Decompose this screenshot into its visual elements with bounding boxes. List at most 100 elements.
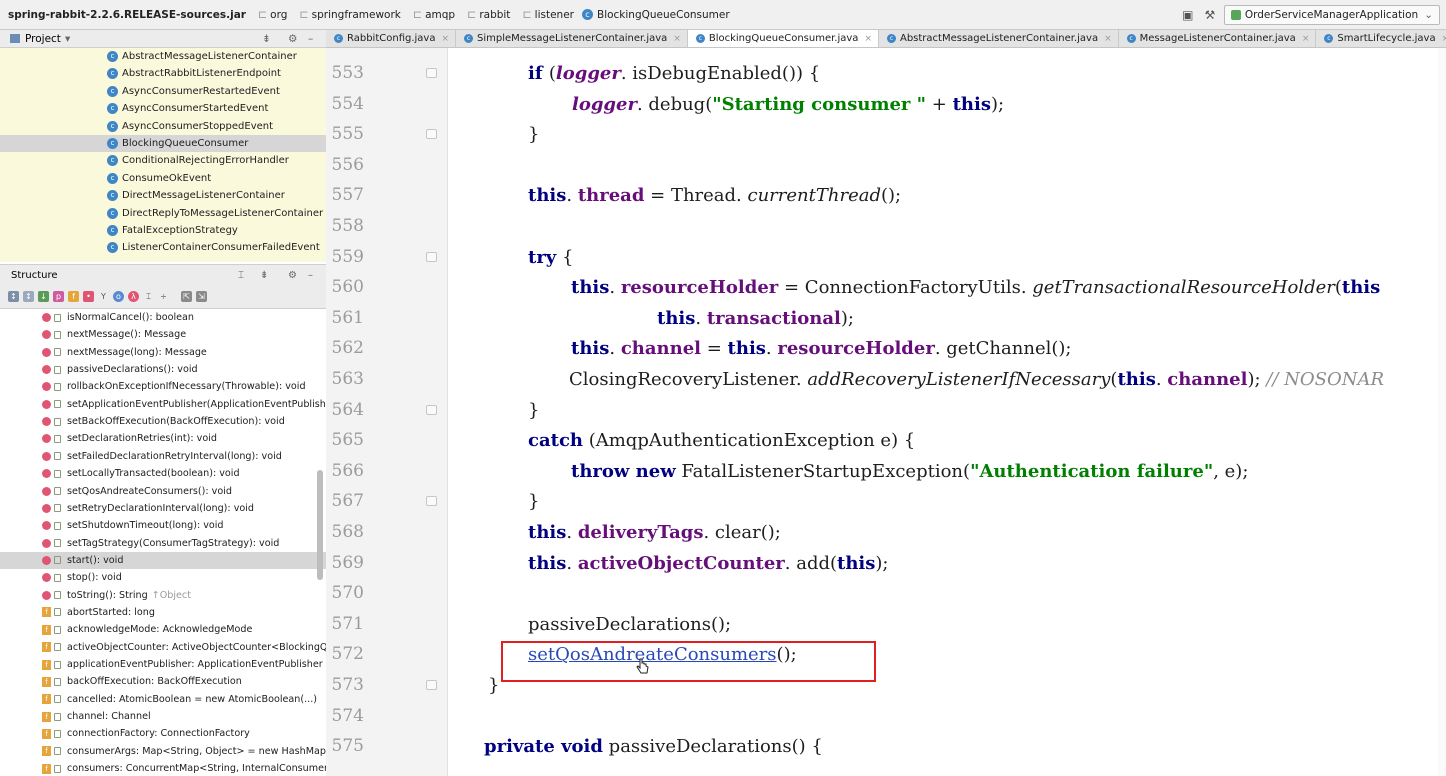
project-panel-title[interactable]: Project xyxy=(25,33,61,45)
filter-icon[interactable]: Y xyxy=(98,291,109,302)
project-tree-item[interactable]: c AsyncConsumerStartedEvent xyxy=(0,100,326,117)
gear-icon[interactable]: ⚙ xyxy=(288,270,297,281)
structure-method-item[interactable]: setRetryDeclarationInterval(long): void xyxy=(0,500,326,517)
show-non-public-icon[interactable]: • xyxy=(83,291,94,302)
show-properties-icon[interactable]: p xyxy=(53,291,64,302)
autoscroll-from-source-icon[interactable]: ⇲ xyxy=(196,291,207,302)
project-structure-icon[interactable]: ▣ xyxy=(1180,7,1196,23)
expand-all-icon[interactable]: ⌶ xyxy=(143,291,154,302)
gear-icon[interactable]: ⚙ xyxy=(288,33,297,45)
structure-field-item[interactable]: f consumers: ConcurrentMap<String, Intern… xyxy=(0,760,326,776)
structure-field-item[interactable]: f applicationEventPublisher: ApplicationE… xyxy=(0,656,326,673)
structure-method-item[interactable]: stop(): void xyxy=(0,569,326,586)
structure-method-item[interactable]: setApplicationEventPublisher(Application… xyxy=(0,396,326,413)
fold-marker-icon[interactable] xyxy=(426,404,437,415)
editor-tab[interactable]: c RabbitConfig.java × xyxy=(326,30,457,47)
sort-visibility-icon[interactable]: ↕ xyxy=(23,291,34,302)
close-icon[interactable]: × xyxy=(1442,34,1446,44)
structure-method-item[interactable]: toString(): String ↑Object xyxy=(0,587,326,604)
breadcrumb-package-amqp[interactable]: ⊏ amqp xyxy=(405,8,459,21)
structure-field-item[interactable]: f cancelled: AtomicBoolean = new AtomicBo… xyxy=(0,691,326,708)
project-tree-item[interactable]: c BlockingQueueConsumer xyxy=(0,135,326,152)
collapse-icon[interactable]: ⇟ xyxy=(262,33,271,45)
structure-field-item[interactable]: f consumerArgs: Map<String, Object> = new… xyxy=(0,743,326,760)
project-tree-item[interactable]: c DirectReplyToMessageListenerContainer xyxy=(0,205,326,222)
code-token: this xyxy=(657,307,696,329)
show-lambdas-icon[interactable]: λ xyxy=(128,291,139,302)
structure-method-item[interactable]: nextMessage(long): Message xyxy=(0,344,326,361)
collapse-all-icon[interactable]: ÷ xyxy=(158,291,169,302)
breadcrumb-package-springframework[interactable]: ⊏ springframework xyxy=(291,8,404,21)
field-icon: f xyxy=(42,711,51,722)
visibility-icon xyxy=(54,556,61,565)
autoscroll-to-source-icon[interactable]: ⇱ xyxy=(181,291,192,302)
structure-item-label: nextMessage(long): Message xyxy=(67,346,207,358)
project-tree-item[interactable]: c ConsumeOkEvent xyxy=(0,170,326,187)
editor-tab[interactable]: cSmartLifecycle.java × xyxy=(1316,30,1446,47)
breadcrumb-package-listener[interactable]: ⊏ listener xyxy=(514,8,578,21)
structure-field-item[interactable]: f backOffExecution: BackOffExecution xyxy=(0,673,326,690)
close-icon[interactable]: × xyxy=(673,34,681,44)
fold-marker-icon[interactable] xyxy=(426,496,437,507)
close-icon[interactable]: × xyxy=(864,34,872,44)
breadcrumb-package-rabbit[interactable]: ⊏ rabbit xyxy=(459,8,514,21)
project-tree-item[interactable]: c DirectMessageListenerContainer xyxy=(0,187,326,204)
code-token: . xyxy=(609,338,621,360)
sort-alpha-icon[interactable]: ↕ xyxy=(8,291,19,302)
project-tree-item[interactable]: c FatalExceptionStrategy xyxy=(0,222,326,239)
structure-method-item[interactable]: nextMessage(): Message xyxy=(0,326,326,343)
close-icon[interactable]: × xyxy=(441,34,449,44)
structure-field-item[interactable]: f channel: Channel xyxy=(0,708,326,725)
align-icon[interactable]: ⌶ xyxy=(238,270,244,281)
structure-method-item[interactable]: setQosAndreateConsumers(): void xyxy=(0,483,326,500)
editor-scrollbar[interactable] xyxy=(1438,48,1446,776)
collapse-icon[interactable]: ⇟ xyxy=(260,270,268,281)
minimize-icon[interactable]: – xyxy=(308,270,313,281)
structure-method-item[interactable]: setBackOffExecution(BackOffExecution): v… xyxy=(0,413,326,430)
show-fields-icon[interactable]: f xyxy=(68,291,79,302)
fold-marker-icon[interactable] xyxy=(426,680,437,690)
project-tree-item[interactable]: c AbstractRabbitListenerEndpoint xyxy=(0,65,326,82)
close-icon[interactable]: × xyxy=(1104,34,1112,44)
project-tree-item[interactable]: c ListenerContainerConsumerFailedEvent xyxy=(0,239,326,256)
show-inherited-icon[interactable]: ↓ xyxy=(38,291,49,302)
structure-method-item[interactable]: isNormalCancel(): boolean xyxy=(0,309,326,326)
structure-method-item[interactable]: setLocallyTransacted(boolean): void xyxy=(0,465,326,482)
code-line: this. transactional); xyxy=(657,303,854,334)
structure-field-item[interactable]: f activeObjectCounter: ActiveObjectCounte… xyxy=(0,639,326,656)
structure-field-item[interactable]: f connectionFactory: ConnectionFactory xyxy=(0,725,326,742)
structure-scrollbar[interactable] xyxy=(317,470,323,580)
chevron-down-icon[interactable]: ▾ xyxy=(65,33,70,45)
structure-method-item[interactable]: setFailedDeclarationRetryInterval(long):… xyxy=(0,448,326,465)
run-configuration-select[interactable]: OrderServiceManagerApplication ⌄ xyxy=(1223,5,1440,25)
breadcrumb-package-org[interactable]: ⊏ org xyxy=(250,8,291,21)
project-tree-item-label: AbstractRabbitListenerEndpoint xyxy=(122,68,281,80)
editor-tab[interactable]: c SimpleMessageListenerContainer.java × xyxy=(456,30,688,47)
breadcrumb-jar[interactable]: spring-rabbit-2.2.6.RELEASE-sources.jar xyxy=(0,9,250,21)
structure-field-item[interactable]: f abortStarted: long xyxy=(0,604,326,621)
structure-field-item[interactable]: f acknowledgeMode: AcknowledgeMode xyxy=(0,621,326,638)
close-icon[interactable]: × xyxy=(1302,34,1310,44)
structure-method-item[interactable]: rollbackOnExceptionIfNecessary(Throwable… xyxy=(0,378,326,395)
project-tree-item[interactable]: c AbstractMessageListenerContainer xyxy=(0,48,326,65)
fold-marker-icon[interactable] xyxy=(426,68,437,78)
structure-method-item[interactable]: setTagStrategy(ConsumerTagStrategy): voi… xyxy=(0,535,326,552)
editor-tab[interactable]: c AbstractMessageListenerContainer.java × xyxy=(879,30,1119,47)
code-token: if xyxy=(528,63,549,84)
minimize-icon[interactable]: – xyxy=(308,33,313,45)
editor-tab[interactable]: c BlockingQueueConsumer.java × xyxy=(687,30,879,47)
structure-method-item[interactable]: setDeclarationRetries(int): void xyxy=(0,430,326,447)
structure-method-item[interactable]: passiveDeclarations(): void xyxy=(0,361,326,378)
fold-marker-icon[interactable] xyxy=(426,129,437,140)
project-tree-item[interactable]: c AsyncConsumerRestartedEvent xyxy=(0,83,326,100)
line-number: 562 xyxy=(331,338,364,359)
fold-marker-icon[interactable] xyxy=(426,251,437,262)
project-tree-item[interactable]: c AsyncConsumerStoppedEvent xyxy=(0,118,326,135)
project-tree-item[interactable]: c ConditionalRejectingErrorHandler xyxy=(0,152,326,169)
build-hammer-icon[interactable]: ⚒ xyxy=(1202,7,1218,23)
editor-tab[interactable]: c MessageListenerContainer.java × xyxy=(1119,30,1317,47)
structure-method-item[interactable]: setShutdownTimeout(long): void xyxy=(0,517,326,534)
breadcrumb-class[interactable]: c BlockingQueueConsumer xyxy=(578,9,734,21)
show-anonymous-icon[interactable]: o xyxy=(113,291,124,302)
structure-method-item[interactable]: start(): void xyxy=(0,551,326,569)
